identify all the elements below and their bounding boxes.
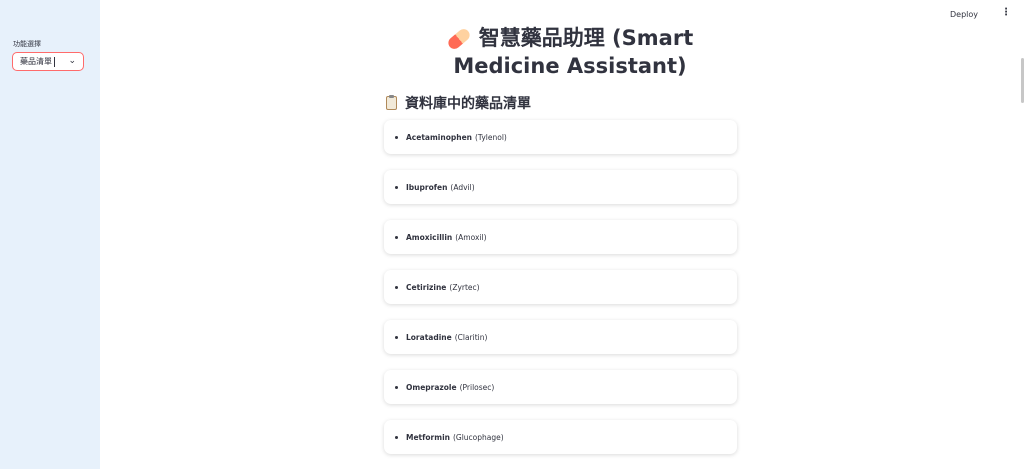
deploy-button[interactable]: Deploy xyxy=(950,10,978,19)
drug-card: Cetirizine (Zyrtec) xyxy=(384,270,737,304)
drug-brand: (Advil) xyxy=(450,182,475,192)
bullet-icon xyxy=(395,435,398,439)
drug-name: Ibuprofen xyxy=(406,182,448,192)
bullet-icon xyxy=(395,335,398,339)
drug-name: Cetirizine xyxy=(406,282,447,292)
subheader-text: 資料庫中的藥品清單 xyxy=(405,96,531,112)
drug-name: Omeprazole xyxy=(406,382,457,392)
drug-brand: (Zyrtec) xyxy=(449,282,480,292)
page-title-text: 智慧藥品助理 (Smart Medicine Assistant) xyxy=(453,26,694,78)
drug-brand: (Amoxil) xyxy=(455,232,487,242)
drug-name: Acetaminophen xyxy=(406,132,472,142)
drug-card: Amoxicillin (Amoxil) xyxy=(384,220,737,254)
drug-name: Metformin xyxy=(406,432,450,442)
bullet-icon xyxy=(395,135,398,139)
chevron-down-icon[interactable]: ⌄ xyxy=(68,56,76,66)
bullet-icon xyxy=(395,285,398,289)
drug-brand: (Tylenol) xyxy=(475,132,507,142)
drug-name: Amoxicillin xyxy=(406,232,453,242)
main-menu-icon[interactable]: ⋮ xyxy=(1001,7,1011,18)
drug-card: Acetaminophen (Tylenol) xyxy=(384,120,737,154)
page-title: 智慧藥品助理 (Smart Medicine Assistant) xyxy=(395,24,745,80)
function-select-value: 藥品清單 xyxy=(20,57,52,66)
sidebar: 功能選擇 藥品清單 ⌄ xyxy=(0,0,100,469)
drug-brand: (Prilosec) xyxy=(459,382,495,392)
drug-card: Omeprazole (Prilosec) xyxy=(384,370,737,404)
bullet-icon xyxy=(395,235,398,239)
bullet-icon xyxy=(395,185,398,189)
section-subheader: 資料庫中的藥品清單 xyxy=(386,93,531,113)
function-select[interactable]: 藥品清單 ⌄ xyxy=(12,52,84,71)
pill-icon xyxy=(445,26,472,52)
bullet-icon xyxy=(395,385,398,389)
drug-brand: (Claritin) xyxy=(454,332,488,342)
drug-brand: (Glucophage) xyxy=(452,432,504,442)
drug-card: Ibuprofen (Advil) xyxy=(384,170,737,204)
text-caret xyxy=(54,56,55,67)
drug-name: Loratadine xyxy=(406,332,452,342)
clipboard-icon xyxy=(386,95,397,110)
drug-card: Loratadine (Claritin) xyxy=(384,320,737,354)
function-select-label: 功能選擇 xyxy=(13,40,41,48)
drug-card: Metformin (Glucophage) xyxy=(384,420,737,454)
